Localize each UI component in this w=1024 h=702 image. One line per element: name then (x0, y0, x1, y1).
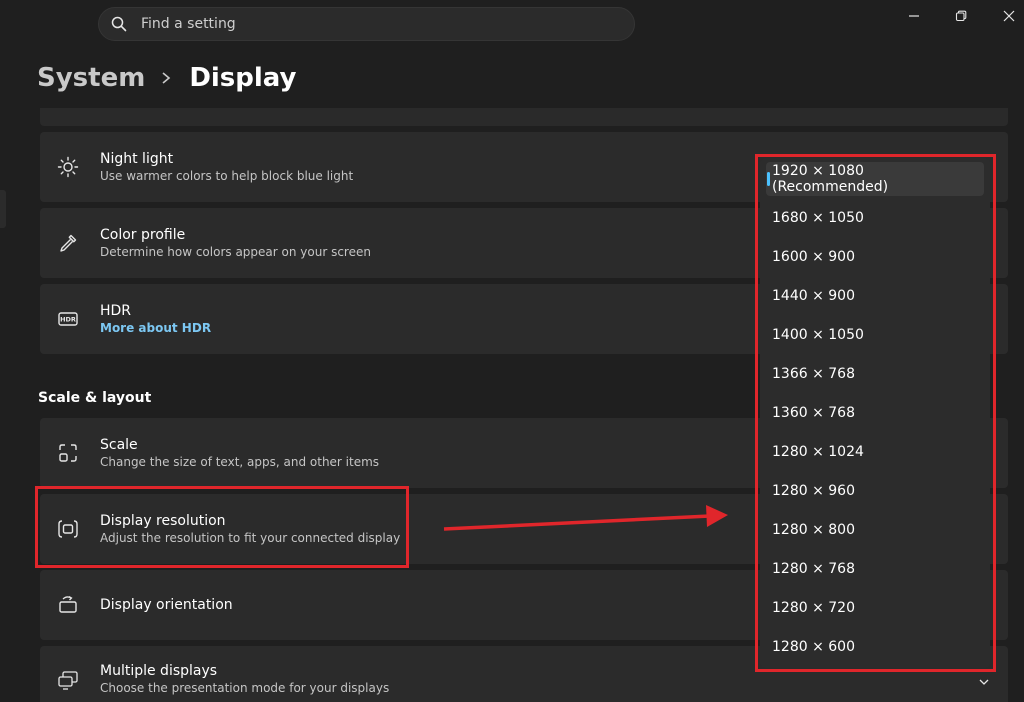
hdr-text: HDR More about HDR (100, 302, 211, 337)
night-light-text: Night light Use warmer colors to help bl… (100, 150, 353, 185)
scale-text: Scale Change the size of text, apps, and… (100, 436, 379, 471)
annotation-box-resolution-list (755, 154, 996, 672)
restore-button[interactable] (944, 4, 978, 28)
breadcrumb-system[interactable]: System (37, 63, 145, 93)
hdr-title: HDR (100, 302, 132, 319)
hdr-more-link[interactable]: More about HDR (100, 320, 211, 337)
close-button[interactable] (992, 4, 1024, 28)
search-box[interactable]: Find a setting (98, 7, 635, 41)
night-light-title: Night light (100, 150, 174, 167)
search-input[interactable]: Find a setting (141, 16, 236, 32)
scale-subtitle: Change the size of text, apps, and other… (100, 454, 380, 469)
chevron-down-icon[interactable] (978, 676, 990, 688)
minimize-button[interactable] (897, 4, 931, 28)
close-icon (1003, 10, 1015, 22)
section-title-scale-layout: Scale & layout (38, 390, 152, 406)
color-profile-subtitle: Determine how colors appear on your scre… (100, 244, 371, 259)
eyedropper-icon (56, 231, 80, 255)
scale-icon (56, 441, 80, 465)
display-orientation-text: Display orientation (100, 596, 233, 614)
nav-pane-edge (0, 190, 6, 228)
multiple-displays-icon (56, 668, 80, 692)
color-profile-title: Color profile (100, 226, 186, 243)
minimize-icon (909, 15, 919, 17)
search-icon (111, 16, 127, 32)
chevron-right-icon (162, 72, 171, 84)
multiple-displays-text: Multiple displays Choose the presentatio… (100, 662, 389, 697)
night-light-subtitle: Use warmer colors to help block blue lig… (100, 168, 354, 183)
svg-text:HDR: HDR (60, 316, 76, 324)
annotation-box-display-resolution (35, 486, 409, 568)
restore-icon (955, 10, 967, 22)
page-title: Display (189, 63, 297, 93)
scale-title: Scale (100, 436, 138, 453)
color-profile-text: Color profile Determine how colors appea… (100, 226, 371, 261)
brightness-card-partial (40, 108, 1008, 126)
multiple-displays-subtitle: Choose the presentation mode for your di… (100, 681, 390, 695)
orientation-icon (56, 593, 80, 617)
multiple-displays-title: Multiple displays (100, 663, 218, 679)
display-orientation-title: Display orientation (100, 597, 233, 613)
hdr-icon: HDR (56, 307, 80, 331)
breadcrumb: System Display (37, 58, 297, 98)
title-bar: Find a setting (0, 0, 1024, 48)
sun-icon (56, 155, 80, 179)
